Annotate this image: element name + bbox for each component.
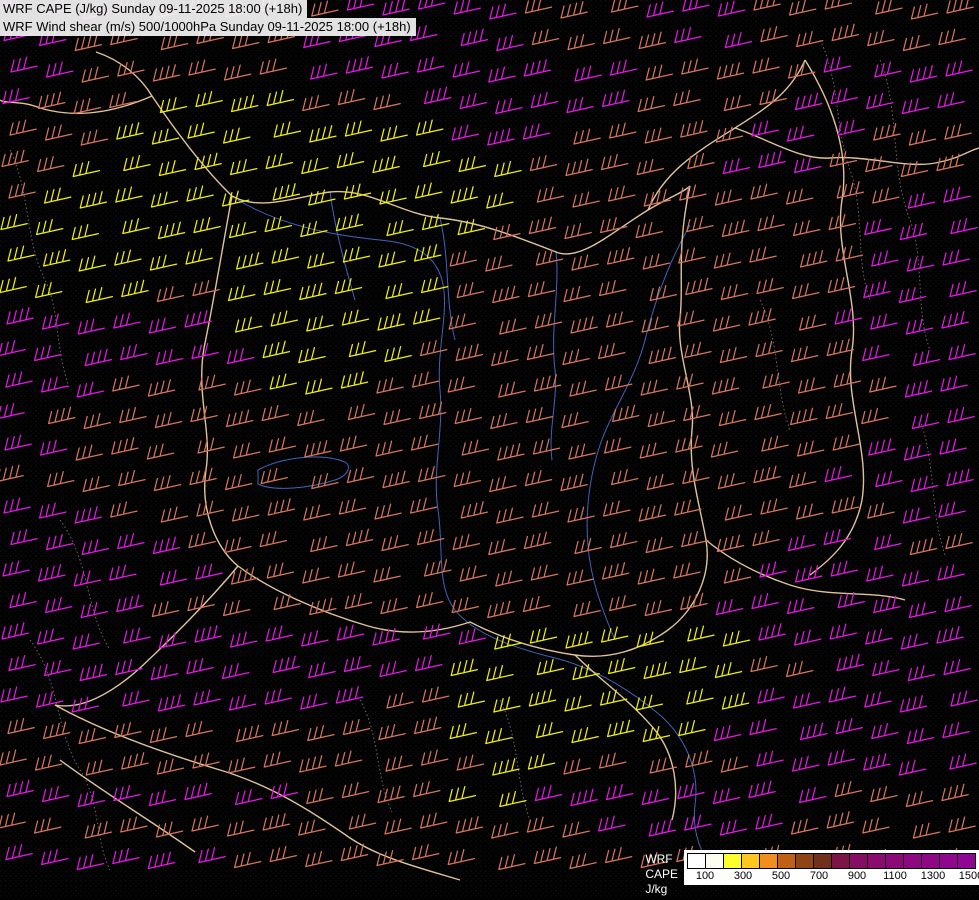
legend-tick-500: 500 <box>772 870 790 883</box>
wind-barb-map <box>0 0 979 900</box>
legend-label-unit: J/kg <box>645 882 678 897</box>
legend-tick-100: 100 <box>696 870 714 883</box>
legend-swatch-0 <box>687 853 706 869</box>
legend-swatch-row <box>687 853 976 869</box>
map-title-line2: WRF Wind shear (m/s) 500/1000hPa Sunday … <box>0 18 416 36</box>
legend-label-block: WRF CAPE J/kg <box>645 850 678 897</box>
legend-tick-300: 300 <box>734 870 752 883</box>
legend-swatch-4 <box>759 853 778 869</box>
legend-swatch-1 <box>705 853 724 869</box>
legend-tick-700: 700 <box>810 870 828 883</box>
legend-tick-900: 900 <box>848 870 866 883</box>
legend-tick-1300: 1300 <box>921 870 945 883</box>
legend-tick-row: 100 300 500 700 900 1100 1300 1500 <box>687 870 976 884</box>
legend-swatch-6 <box>795 853 814 869</box>
legend-swatch-7 <box>813 853 832 869</box>
legend-swatch-11 <box>885 853 904 869</box>
legend-swatch-2 <box>723 853 742 869</box>
legend-swatch-3 <box>741 853 760 869</box>
legend-label-wrf: WRF <box>645 852 678 867</box>
cape-legend: WRF CAPE J/kg 100 300 500 700 900 1100 1300 150… <box>645 850 979 897</box>
legend-color-strip: 100 300 500 700 900 1100 1300 1500 <box>684 850 979 885</box>
legend-swatch-14 <box>939 853 958 869</box>
legend-tick-1500: 1500 <box>959 870 979 883</box>
legend-swatch-12 <box>903 853 922 869</box>
legend-swatch-15 <box>957 853 976 869</box>
legend-swatch-8 <box>831 853 850 869</box>
map-title-line1: WRF CAPE (J/kg) Sunday 09-11-2025 18:00 … <box>0 0 307 18</box>
map-title-bar: WRF CAPE (J/kg) Sunday 09-11-2025 18:00 … <box>0 0 416 36</box>
legend-swatch-5 <box>777 853 796 869</box>
legend-swatch-13 <box>921 853 940 869</box>
legend-swatch-9 <box>849 853 868 869</box>
legend-swatch-10 <box>867 853 886 869</box>
legend-tick-1100: 1100 <box>883 870 907 883</box>
weather-map-stage: WRF CAPE (J/kg) Sunday 09-11-2025 18:00 … <box>0 0 979 900</box>
legend-label-cape: CAPE <box>645 867 678 882</box>
